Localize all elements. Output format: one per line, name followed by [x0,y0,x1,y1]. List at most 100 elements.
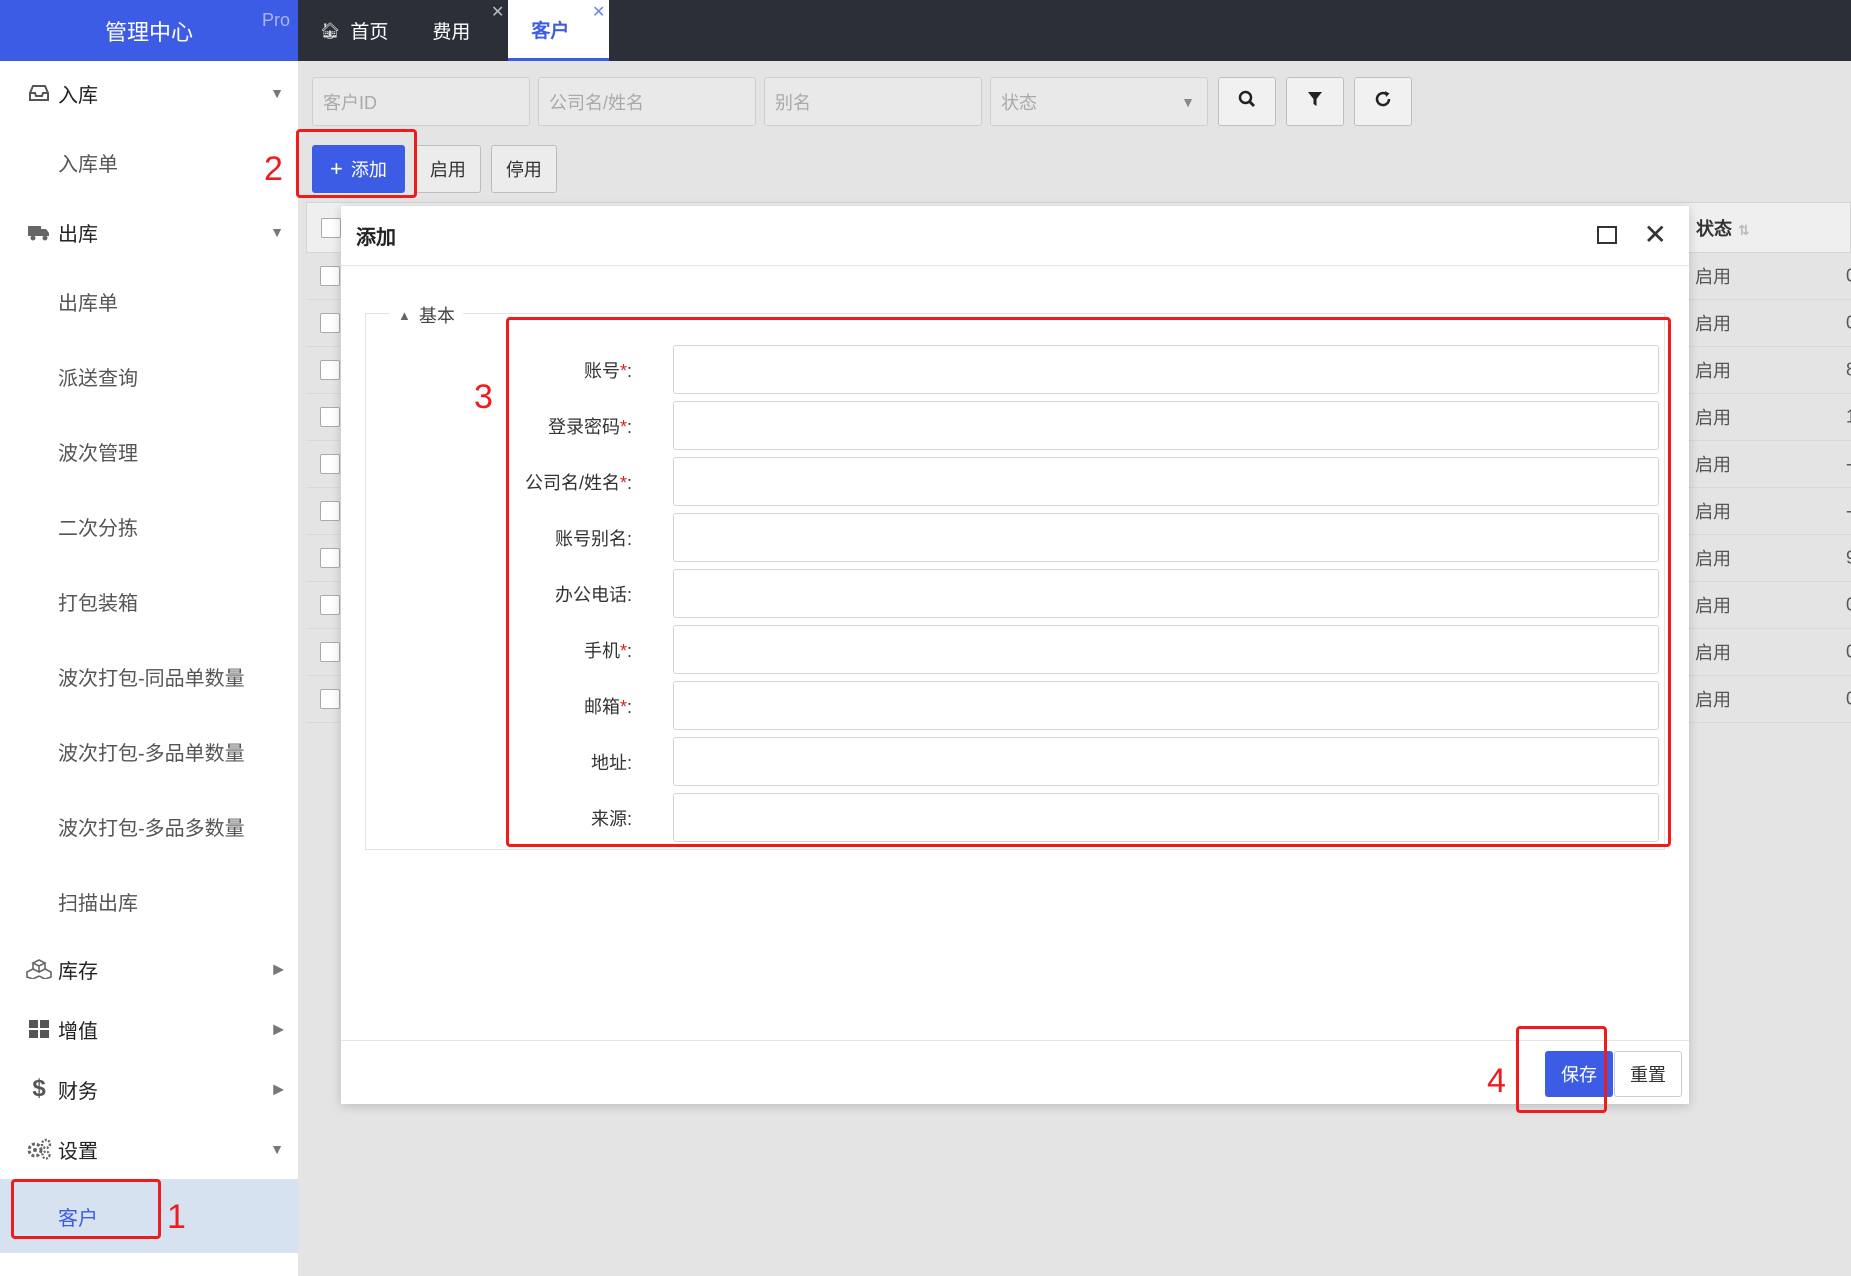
home-icon: 🏠︎ [320,22,341,40]
status-cell: 启用 [1695,408,1731,428]
menu-item-packing[interactable]: 打包装箱 [0,564,298,639]
annotation-box-3 [506,317,1671,847]
menu-group-value-added[interactable]: 增值 ▶ [0,999,298,1059]
truck-icon [26,221,52,243]
status-header-label: 状态 [1696,218,1732,239]
status-cell: 启用 [1695,596,1731,616]
section-toggle[interactable]: ▲ 基本 [390,302,463,328]
inbox-icon [26,82,52,104]
dialog-header: 添加 ✕ [341,206,1689,266]
menu-group-inventory[interactable]: 库存 ▶ [0,939,298,999]
table-cell: 0 [1846,595,1851,616]
filter-icon [1307,91,1323,112]
maximize-icon[interactable] [1597,226,1617,244]
gears-icon [26,1138,52,1160]
table-cell: - [1846,454,1851,475]
tab-bar: 🏠︎ 首页 费用 ✕ 客户 ✕ [298,0,1851,61]
caret-right-icon: ▶ [273,1080,284,1097]
refresh-button[interactable] [1354,77,1412,126]
status-select[interactable]: 状态 ▼ [990,77,1208,126]
dialog-title: 添加 [356,227,396,249]
table-cell: 9 [1846,548,1851,569]
annotation-number-1: 1 [167,1198,186,1236]
row-checkbox[interactable] [320,642,340,662]
close-icon[interactable]: ✕ [1644,218,1667,251]
menu-group-label: 入库 [58,84,98,107]
table-cell: 1 [1846,407,1851,428]
menu-group-outbound[interactable]: 出库 ▼ [0,200,298,264]
row-checkbox[interactable] [320,501,340,521]
row-checkbox[interactable] [320,595,340,615]
menu-group-inbound[interactable]: 入库 ▼ [0,61,298,125]
menu-item-wave-management[interactable]: 波次管理 [0,414,298,489]
search-bar: 客户ID 公司名/姓名 别名 状态 ▼ [312,77,1412,126]
refresh-icon [1374,90,1392,113]
menu-group-label: 出库 [58,223,98,246]
enable-button[interactable]: 启用 [414,145,481,193]
menu-item-outbound-order[interactable]: 出库单 [0,264,298,339]
customer-id-input[interactable]: 客户ID [312,77,530,126]
table-cell: 0 [1846,313,1851,334]
menu-item-wave-pack-multi-multi[interactable]: 波次打包-多品多数量 [0,789,298,864]
caret-right-icon: ▶ [273,1020,284,1037]
tab-fees[interactable]: 费用 ✕ [410,0,508,61]
tab-customer[interactable]: 客户 ✕ [508,0,610,61]
row-checkbox[interactable] [320,360,340,380]
menu-item-delivery-query[interactable]: 派送查询 [0,339,298,414]
status-cell: 启用 [1695,314,1731,334]
status-cell: 启用 [1695,267,1731,287]
grid-icon [26,1018,52,1040]
row-checkbox[interactable] [320,548,340,568]
table-cell: 0 [1846,689,1851,710]
status-cell: 启用 [1695,502,1731,522]
brand-title: 管理中心 [104,19,193,45]
row-checkbox[interactable] [320,313,340,333]
section-title: 基本 [418,306,455,326]
annotation-number-4: 4 [1487,1062,1506,1100]
annotation-number-3: 3 [474,378,493,416]
menu-item-wave-pack-multi-single[interactable]: 波次打包-多品单数量 [0,714,298,789]
close-icon[interactable]: ✕ [592,2,605,22]
menu-item-scan-outbound[interactable]: 扫描出库 [0,864,298,939]
menu-group-label: 增值 [58,1020,98,1043]
company-name-input[interactable]: 公司名/姓名 [538,77,756,126]
menu-item-wave-pack-same[interactable]: 波次打包-同品单数量 [0,639,298,714]
table-cell: - [1846,501,1851,522]
reset-button[interactable]: 重置 [1614,1051,1682,1097]
cubes-icon [26,958,52,980]
brand-tag: Pro [261,10,290,30]
status-cell: 启用 [1695,643,1731,663]
annotation-box-1 [11,1179,161,1239]
dollar-icon: $ [32,1075,46,1102]
menu-group-finance[interactable]: $ 财务 ▶ [0,1059,298,1119]
disable-button[interactable]: 停用 [490,145,557,193]
row-checkbox[interactable] [320,407,340,427]
chevron-down-icon: ▼ [1181,93,1195,110]
status-select-placeholder: 状态 [1001,92,1037,113]
row-checkbox[interactable] [320,454,340,474]
row-checkbox[interactable] [320,266,340,286]
table-cell: 8 [1846,360,1851,381]
tab-label: 首页 [350,22,389,43]
caret-right-icon: ▶ [273,960,284,977]
status-cell: 启用 [1695,690,1731,710]
filter-button[interactable] [1286,77,1344,126]
caret-down-icon: ▼ [270,1141,284,1157]
tab-label: 费用 [432,22,471,43]
row-checkbox[interactable] [320,689,340,709]
annotation-number-2: 2 [264,150,283,188]
sidebar: 管理中心 Pro 入库 ▼ 入库单 出库 ▼ 出库单 派送查询 波次管理 二次分… [0,0,298,1276]
menu-item-inbound-order[interactable]: 入库单 [0,125,298,200]
select-all-checkbox[interactable] [321,217,341,238]
search-button[interactable] [1218,77,1276,126]
close-icon[interactable]: ✕ [491,2,504,22]
menu-group-settings[interactable]: 设置 ▼ [0,1119,298,1179]
alias-input[interactable]: 别名 [764,77,982,126]
status-column-header[interactable]: 状态 ⇅ [1696,215,1750,241]
caret-up-icon: ▲ [398,307,411,323]
tab-home[interactable]: 🏠︎ 首页 [298,0,410,61]
brand-header: 管理中心 Pro [0,0,298,61]
table-cell: 0 [1846,266,1851,287]
caret-down-icon: ▼ [270,224,284,240]
menu-item-secondary-sorting[interactable]: 二次分拣 [0,489,298,564]
